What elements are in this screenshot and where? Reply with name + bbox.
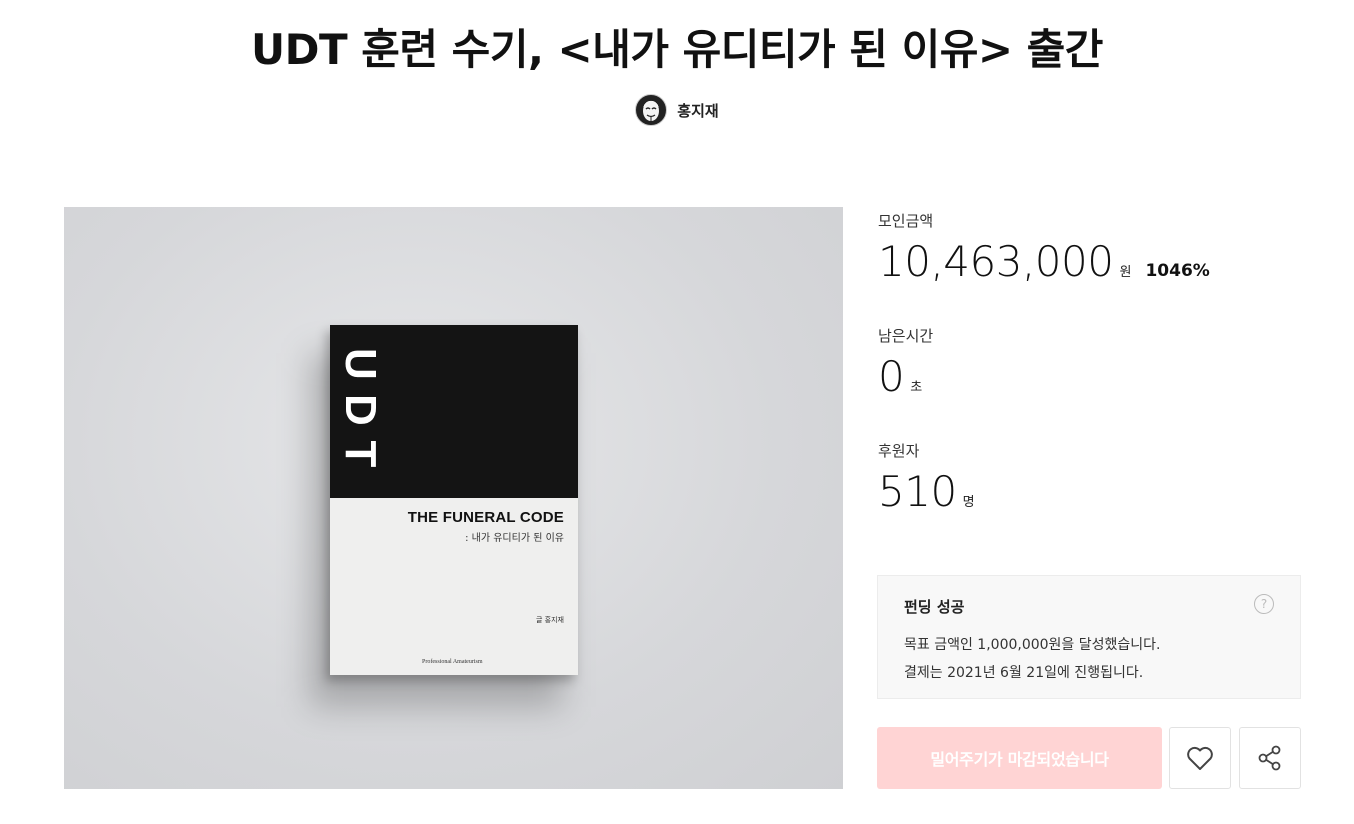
backers-value: 510 — [878, 467, 957, 516]
time-unit: 초 — [910, 380, 923, 395]
backers-label: 후원자 — [878, 442, 920, 460]
book-publisher: Professional Amateurism — [422, 659, 483, 665]
cover-image: U D T THE FUNERAL CODE : 내가 유디티가 된 이유 글 … — [64, 207, 843, 789]
result-payment-text: 결제는 2021년 6월 21일에 진행됩니다. — [904, 665, 1144, 681]
book-author: 글 홍지재 — [536, 616, 564, 624]
raised-label: 모인금액 — [878, 212, 934, 230]
book-korean-subtitle: : 내가 유디티가 된 이유 — [465, 533, 564, 544]
help-circle-icon[interactable]: ? — [1254, 594, 1274, 614]
book-udt-logo: U D T — [336, 339, 385, 477]
creator[interactable]: 홍지재 — [0, 94, 1354, 126]
heart-icon — [1187, 746, 1213, 770]
result-goal-text: 목표 금액인 1,000,000원을 달성했습니다. — [904, 637, 1161, 653]
share-button[interactable] — [1239, 727, 1301, 789]
time-label: 남은시간 — [878, 327, 934, 345]
raised-value: 10,463,000 — [878, 237, 1114, 286]
raised-unit: 원 — [1119, 265, 1132, 280]
book-cover: U D T THE FUNERAL CODE : 내가 유디티가 된 이유 글 … — [330, 325, 578, 675]
udt-letter: U — [336, 348, 385, 380]
book-cover-top: U D T — [330, 325, 578, 498]
backers-stat: 후원자 510 명 — [878, 440, 975, 516]
udt-letter: D — [336, 394, 385, 426]
creator-name[interactable]: 홍지재 — [677, 100, 718, 121]
backers-unit: 명 — [962, 495, 975, 510]
funding-result-box: 펀딩 성공 ? 목표 금액인 1,000,000원을 달성했습니다. 결제는 2… — [877, 575, 1301, 699]
share-icon — [1258, 745, 1281, 771]
time-value: 0 — [878, 352, 905, 401]
mask-avatar-icon — [635, 94, 668, 126]
raised-stat: 모인금액 10,463,000 원 1046% — [878, 210, 1210, 286]
udt-letter: T — [336, 440, 385, 468]
like-button[interactable] — [1169, 727, 1231, 789]
push-button[interactable]: 밀어주기가 마감되었습니다 — [877, 727, 1162, 789]
raised-percent: 1046% — [1145, 261, 1210, 281]
page-title: UDT 훈련 수기, <내가 유디티가 된 이유> 출간 — [251, 25, 1103, 74]
time-stat: 남은시간 0 초 — [878, 325, 933, 401]
book-english-title: THE FUNERAL CODE — [407, 509, 564, 526]
result-title: 펀딩 성공 — [904, 598, 965, 616]
